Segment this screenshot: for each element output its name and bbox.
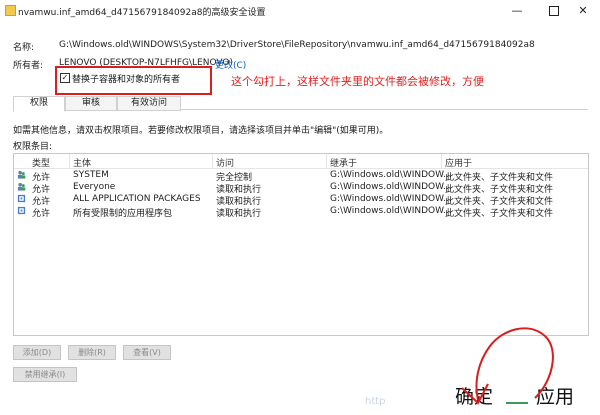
header-applies-to[interactable]: 应用于 — [445, 156, 472, 169]
maximize-icon — [549, 6, 559, 16]
row-access: 读取和执行 — [216, 209, 262, 219]
tab-effective-access[interactable]: 有效访问 — [117, 96, 181, 111]
package-icon — [17, 206, 26, 215]
row-principal: ALL APPLICATION PACKAGES — [73, 194, 201, 204]
header-type[interactable]: 类型 — [32, 156, 50, 169]
disable-inheritance-button[interactable]: 禁用继承(I) — [13, 367, 77, 382]
table-row[interactable]: 允许 SYSTEM 完全控制 G:\Windows.old\WINDOW... … — [14, 169, 588, 183]
package-icon — [17, 194, 26, 203]
row-inherited-from: G:\Windows.old\WINDOW... — [330, 170, 452, 180]
row-principal: Everyone — [73, 182, 116, 192]
minimize-button[interactable]: — — [500, 0, 534, 22]
column-separator — [326, 154, 327, 168]
header-principal[interactable]: 主体 — [73, 156, 91, 169]
name-label: 名称: — [13, 43, 35, 53]
user-group-icon — [17, 170, 26, 179]
apply-button[interactable]: 应用 — [536, 382, 574, 409]
name-value: G:\Windows.old\WINDOWS\System32\DriverSt… — [59, 40, 535, 50]
annotation-text: 这个勾打上，这样文件夹里的文件都会被修改，方便 — [231, 75, 484, 88]
highlight-box — [55, 66, 212, 95]
row-applies-to: 此文件夹、子文件夹和文件 — [445, 209, 554, 219]
table-row[interactable]: 允许 ALL APPLICATION PACKAGES 读取和执行 G:\Win… — [14, 193, 588, 207]
permission-table: 类型 主体 访问 继承于 应用于 允许 SYSTEM 完全控制 G:\Windo… — [13, 153, 589, 336]
row-inherited-from: G:\Windows.old\WINDOW... — [330, 206, 452, 216]
row-inherited-from: G:\Windows.old\WINDOW... — [330, 182, 452, 192]
row-principal: SYSTEM — [73, 170, 109, 180]
row-inherited-from: G:\Windows.old\WINDOW... — [330, 194, 452, 204]
tab-permissions[interactable]: 权限 — [13, 96, 65, 112]
change-owner-link[interactable]: 更改(C) — [215, 58, 246, 71]
table-row[interactable]: 允许 Everyone 读取和执行 G:\Windows.old\WINDOW.… — [14, 181, 588, 195]
tab-auditing[interactable]: 审核 — [65, 96, 117, 111]
column-separator — [441, 154, 442, 168]
column-separator — [212, 154, 213, 168]
column-separator — [69, 154, 70, 168]
owner-label: 所有者: — [13, 61, 44, 71]
ok-button[interactable]: 确定 — [455, 382, 493, 409]
table-header: 类型 主体 访问 继承于 应用于 — [14, 154, 588, 169]
remove-button[interactable]: 删除(R) — [68, 345, 116, 360]
title-bar: nvamwu.inf_amd64_d4715679184092a8的高级安全设置… — [0, 0, 600, 24]
folder-icon — [5, 5, 16, 16]
header-access[interactable]: 访问 — [216, 156, 234, 169]
view-button[interactable]: 查看(V) — [123, 345, 171, 360]
close-button[interactable]: ✕ — [566, 0, 600, 22]
row-type: 允许 — [32, 209, 51, 219]
watermark-text: http — [365, 396, 386, 407]
user-group-icon — [17, 182, 26, 191]
window-title: nvamwu.inf_amd64_d4715679184092a8的高级安全设置 — [18, 8, 266, 18]
info-text: 如需其他信息，请双击权限项目。若要修改权限项目，请选择该项目并单击"编辑"(如果… — [13, 126, 389, 136]
add-button[interactable]: 添加(D) — [13, 345, 61, 360]
row-principal: 所有受限制的应用程序包 — [73, 209, 173, 219]
header-inherited-from[interactable]: 继承于 — [330, 156, 357, 169]
table-row[interactable]: 允许 所有受限制的应用程序包 读取和执行 G:\Windows.old\WIND… — [14, 205, 588, 219]
permission-entries-label: 权限条目: — [13, 142, 53, 152]
